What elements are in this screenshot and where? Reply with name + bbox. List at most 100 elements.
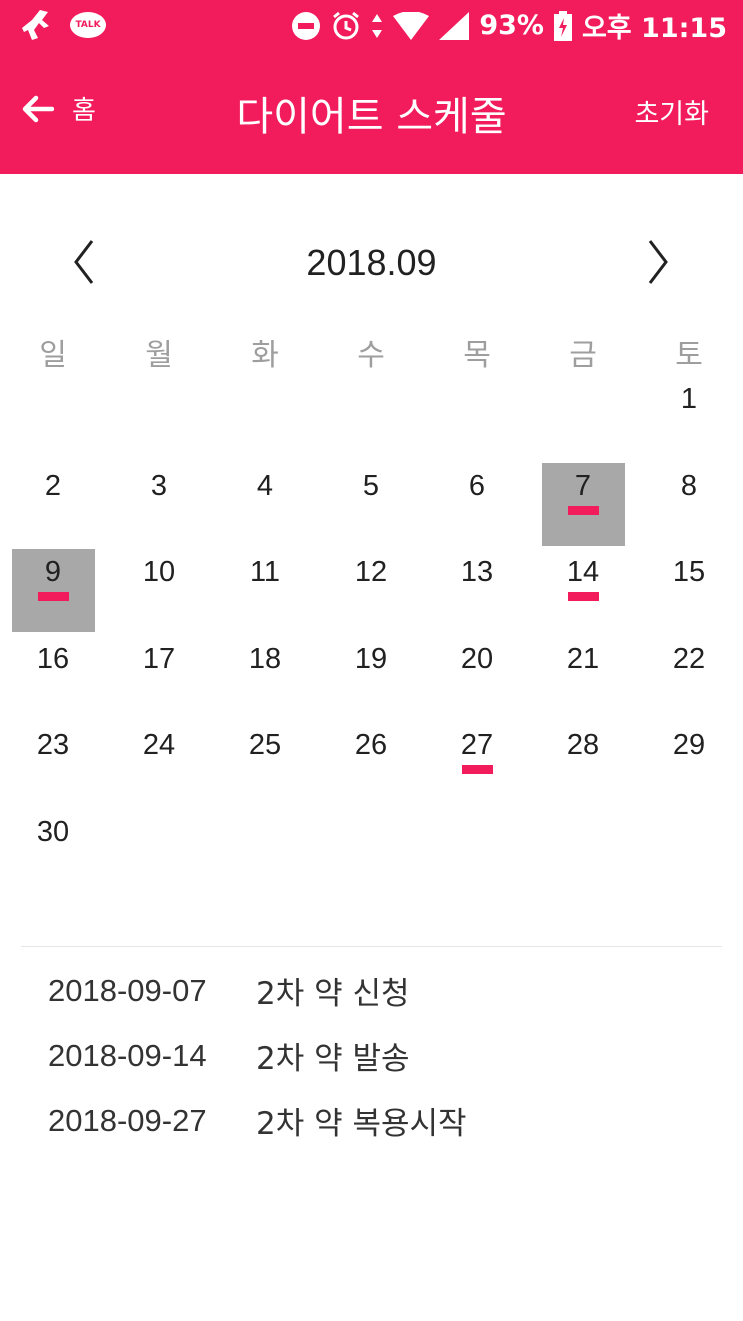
calendar-day-2[interactable]: 2: [0, 464, 106, 551]
day-number: 22: [672, 642, 706, 675]
event-list: 2018-09-07 2차 약 신청 2018-09-14 2차 약 발송 2018-0…: [48, 958, 467, 1153]
day-number: 12: [354, 556, 388, 589]
event-marker: [568, 592, 599, 602]
calendar-empty-cell: [424, 810, 530, 897]
weekday-mon: 월: [145, 338, 173, 373]
calendar-empty-cell: [318, 810, 424, 897]
calendar-empty-cell: [0, 377, 106, 464]
calendar-day-25[interactable]: 25: [212, 723, 318, 810]
calendar-day-21[interactable]: 21: [530, 637, 636, 724]
signal-icon: [439, 11, 470, 40]
weekday-fri: 금: [569, 338, 597, 373]
day-number: 8: [680, 469, 698, 502]
event-item[interactable]: 2018-09-27 2차 약 복용시작: [48, 1088, 467, 1153]
do-not-disturb-icon: [292, 11, 321, 40]
calendar-day-12[interactable]: 12: [318, 550, 424, 637]
calendar-day-30[interactable]: 30: [0, 810, 106, 897]
alarm-icon: [333, 11, 360, 39]
day-number: 28: [566, 729, 600, 762]
event-item[interactable]: 2018-09-07 2차 약 신청: [48, 958, 467, 1023]
weekday-tue: 화: [251, 338, 279, 373]
day-number: 9: [44, 556, 62, 589]
calendar-week: 9 10 11 12 13 14 15: [0, 549, 743, 637]
event-text: 2차 약 신청: [256, 976, 410, 1012]
calendar-empty-cell: [106, 377, 212, 464]
event-item[interactable]: 2018-09-14 2차 약 발송: [48, 1023, 467, 1088]
day-number: 7: [574, 469, 592, 502]
calendar-week: 23 24 25 26 27 28 29: [0, 723, 743, 810]
calendar-day-15[interactable]: 15: [636, 550, 742, 637]
calendar-day-29[interactable]: 29: [636, 723, 742, 810]
calendar-week: 30: [0, 810, 743, 897]
calendar-day-9[interactable]: 9: [0, 549, 106, 637]
calendar-day-27[interactable]: 27: [424, 723, 530, 810]
event-date: 2018-09-27: [48, 1102, 207, 1138]
calendar-week: 1: [0, 377, 743, 464]
calendar-day-23[interactable]: 23: [0, 723, 106, 810]
calendar-day-17[interactable]: 17: [106, 637, 212, 724]
calendar-empty-cell: [106, 810, 212, 897]
calendar-empty-cell: [318, 377, 424, 464]
calendar-day-26[interactable]: 26: [318, 723, 424, 810]
day-number: 6: [468, 469, 486, 502]
day-number: 1: [680, 383, 698, 415]
day-number: 26: [354, 729, 388, 762]
day-number: 4: [256, 469, 274, 502]
day-number: 25: [248, 729, 282, 762]
day-number: 30: [36, 815, 70, 848]
calendar-day-4[interactable]: 4: [212, 464, 318, 551]
calendar-empty-cell: [530, 810, 636, 897]
day-number: 16: [36, 642, 70, 675]
day-number: 15: [672, 556, 706, 589]
event-text: 2차 약 발송: [256, 1041, 410, 1077]
day-number: 10: [142, 556, 176, 589]
day-number: 20: [460, 642, 494, 675]
calendar-day-16[interactable]: 16: [0, 637, 106, 724]
event-date: 2018-09-14: [48, 1037, 207, 1073]
weekday-sun: 일: [39, 338, 67, 373]
day-number: 23: [36, 729, 70, 762]
talk-label: TALK: [75, 20, 101, 30]
day-number: 21: [566, 642, 600, 675]
calendar-day-11[interactable]: 11: [212, 550, 318, 637]
calendar-day-24[interactable]: 24: [106, 723, 212, 810]
weekday-header: 일 월 화 수 목 금 토: [0, 330, 743, 380]
weekday-thu: 목: [463, 338, 491, 373]
kakaotalk-icon: TALK: [70, 12, 106, 38]
calendar-day-5[interactable]: 5: [318, 464, 424, 551]
calendar-day-20[interactable]: 20: [424, 637, 530, 724]
calendar-day-22[interactable]: 22: [636, 637, 742, 724]
day-number: 11: [249, 556, 281, 589]
day-number: 14: [566, 556, 600, 589]
calendar-day-7[interactable]: 7: [530, 462, 636, 551]
calendar-day-28[interactable]: 28: [530, 723, 636, 810]
calendar-empty-cell: [636, 810, 742, 897]
day-number: 24: [142, 729, 176, 762]
event-date: 2018-09-07: [48, 972, 207, 1008]
day-number: 13: [460, 556, 494, 589]
calendar-week: 16 17 18 19 20 21 22: [0, 637, 743, 724]
calendar-empty-cell: [530, 377, 636, 464]
calendar-day-14[interactable]: 14: [530, 550, 636, 637]
event-text: 2차 약 복용시작: [256, 1106, 467, 1142]
running-person-icon: [22, 10, 49, 40]
calendar-grid: 1 2 3 4 5 6 7 8 9 10 11 12 13 14 15 16 17 18 19 20 21 22 23 24 2…: [0, 377, 743, 897]
battery-charging-icon: [553, 10, 572, 41]
calendar-day-6[interactable]: 6: [424, 464, 530, 551]
calendar-day-10[interactable]: 10: [106, 550, 212, 637]
calendar-day-1[interactable]: 1: [636, 377, 742, 464]
weekday-wed: 수: [357, 338, 385, 373]
event-marker: [568, 505, 599, 515]
page-title: 다이어트 스케줄: [236, 94, 507, 140]
next-month-button[interactable]: [640, 238, 676, 290]
event-marker: [462, 765, 493, 775]
calendar-day-18[interactable]: 18: [212, 637, 318, 724]
calendar-day-19[interactable]: 19: [318, 637, 424, 724]
calendar-day-8[interactable]: 8: [636, 464, 742, 551]
calendar-day-3[interactable]: 3: [106, 464, 212, 551]
calendar-day-13[interactable]: 13: [424, 550, 530, 637]
day-number: 3: [150, 469, 168, 502]
calendar-empty-cell: [212, 810, 318, 897]
reset-button[interactable]: 초기화: [634, 92, 709, 131]
battery-percent: 93%: [479, 10, 544, 41]
